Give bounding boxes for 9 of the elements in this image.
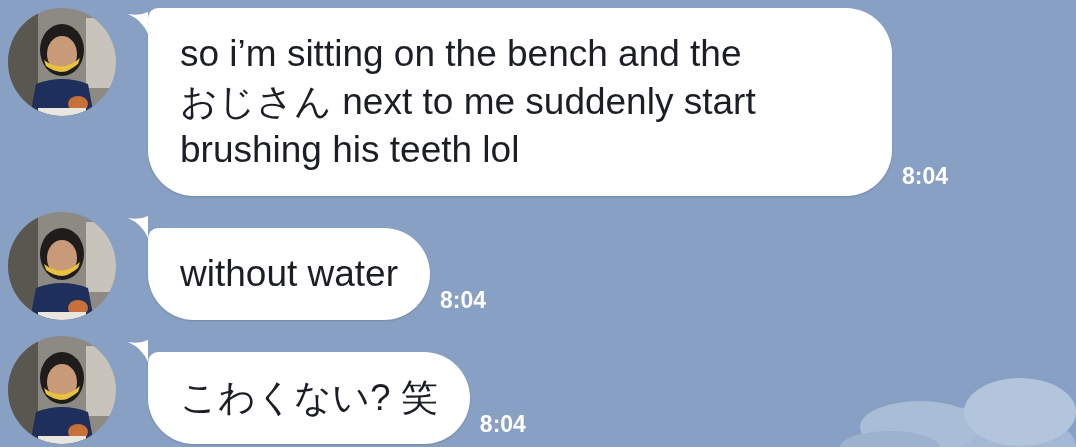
message-time: 8:04 [902, 165, 949, 188]
message-bubble: so i’m sitting on the bench and the おじさん next to me suddenly start brushing his teeth lol [148, 8, 892, 196]
bubble-tail [128, 216, 148, 238]
message-bubble: こわくない? 笑 [148, 352, 470, 444]
message-time: 8:04 [479, 413, 526, 436]
message-bubble: without water [148, 228, 430, 320]
message-time: 8:04 [440, 289, 487, 312]
bubble-tail [128, 340, 148, 362]
bubble-tail [128, 12, 148, 34]
